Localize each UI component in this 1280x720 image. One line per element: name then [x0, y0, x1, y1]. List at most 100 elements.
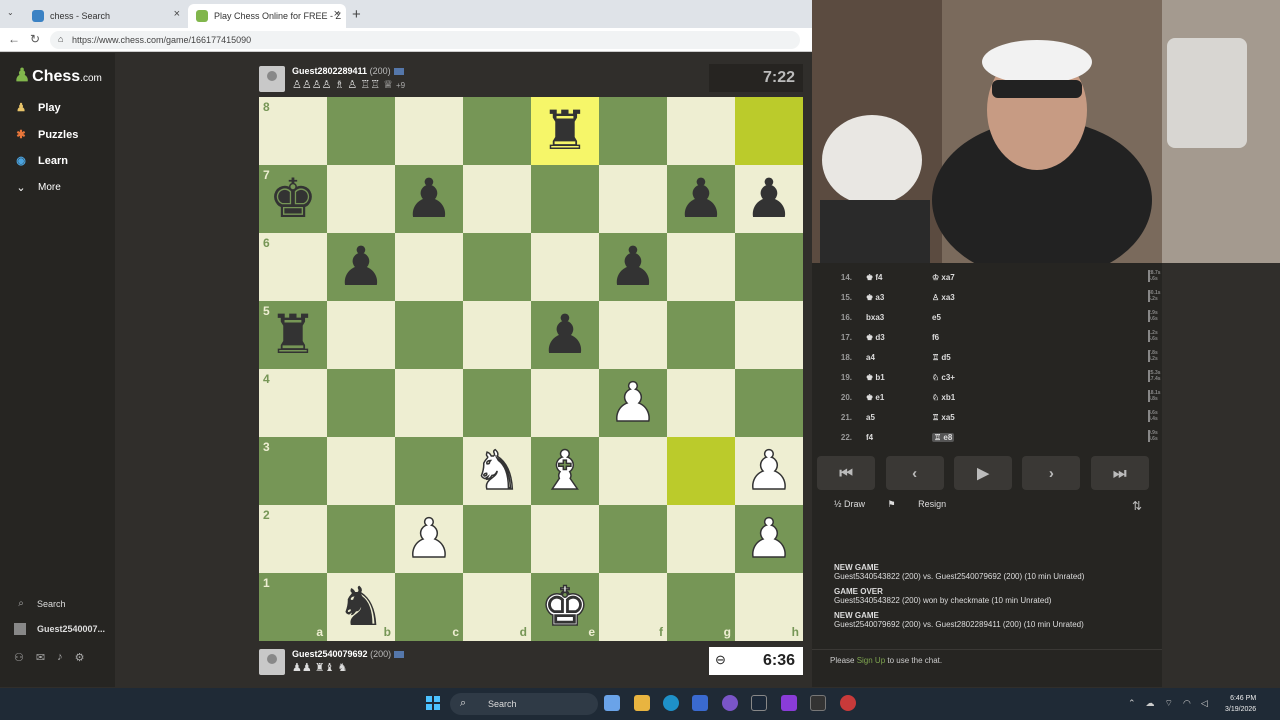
square-d8[interactable]	[463, 97, 531, 165]
last-move-button[interactable]: ⏭	[1090, 456, 1149, 490]
square-h4[interactable]	[735, 369, 803, 437]
square-b1[interactable]: b ♞	[327, 573, 395, 641]
store-icon[interactable]	[692, 695, 708, 711]
tab-chess[interactable]: Play Chess Online for FREE - Z ×	[188, 4, 346, 28]
white-pawn-piece[interactable]: ♟	[404, 511, 454, 567]
white-move[interactable]: bxa3	[866, 313, 884, 322]
reload-icon[interactable]: ↻	[30, 32, 40, 46]
copilot-icon[interactable]	[604, 695, 620, 711]
square-d7[interactable]	[463, 165, 531, 233]
square-a3[interactable]: 3	[259, 437, 327, 505]
square-h6[interactable]	[735, 233, 803, 301]
black-move[interactable]: ♖ xa5	[932, 413, 955, 422]
square-g8[interactable]	[667, 97, 735, 165]
square-d1[interactable]: d	[463, 573, 531, 641]
square-c1[interactable]: c	[395, 573, 463, 641]
square-a2[interactable]: 2	[259, 505, 327, 573]
url-field[interactable]: ⌂ https://www.chess.com/game/16617741509…	[50, 31, 800, 49]
black-rook-piece[interactable]: ♜	[541, 104, 589, 158]
taskbar-search[interactable]: ⌕ Search	[450, 693, 598, 715]
square-c6[interactable]	[395, 233, 463, 301]
play-button[interactable]: ▶	[953, 456, 1012, 490]
square-e4[interactable]	[531, 369, 599, 437]
square-c2[interactable]: ♟	[395, 505, 463, 573]
square-c5[interactable]	[395, 301, 463, 369]
square-d3[interactable]: ♞	[463, 437, 531, 505]
white-move[interactable]: a4	[866, 353, 875, 362]
black-pawn-piece[interactable]: ♟	[745, 172, 793, 226]
square-b3[interactable]	[327, 437, 395, 505]
square-f6[interactable]: ♟	[599, 233, 667, 301]
white-move[interactable]: ♚ f4	[866, 273, 883, 282]
square-h8[interactable]	[735, 97, 803, 165]
black-rook-piece[interactable]: ♜	[269, 308, 317, 362]
square-g7[interactable]: ♟	[667, 165, 735, 233]
square-b8[interactable]	[327, 97, 395, 165]
white-move[interactable]: ♚ a3	[866, 293, 884, 302]
white-pawn-piece[interactable]: ♟	[744, 511, 794, 567]
file-explorer-icon[interactable]	[634, 695, 650, 711]
close-tab-icon[interactable]: ×	[334, 8, 340, 20]
white-move[interactable]: ♚ b1	[866, 373, 885, 382]
cloud-icon[interactable]: ☁	[1146, 698, 1155, 709]
square-b7[interactable]	[327, 165, 395, 233]
black-pawn-piece[interactable]: ♟	[677, 172, 725, 226]
black-move[interactable]: ♘ xb1	[932, 393, 955, 402]
white-king-piece[interactable]: ♚	[540, 579, 590, 635]
square-a6[interactable]: 6	[259, 233, 327, 301]
white-pawn-piece[interactable]: ♟	[608, 375, 658, 431]
square-g3[interactable]	[667, 437, 735, 505]
square-a8[interactable]: 8	[259, 97, 327, 165]
square-e8[interactable]: ♜	[531, 97, 599, 165]
sidebar-user[interactable]: Guest2540007...	[14, 623, 105, 635]
square-d6[interactable]	[463, 233, 531, 301]
square-e6[interactable]	[531, 233, 599, 301]
new-tab-icon[interactable]: +	[352, 6, 361, 23]
white-move[interactable]: a5	[866, 413, 875, 422]
wifi-icon[interactable]: ◠	[1183, 698, 1191, 709]
square-h5[interactable]	[735, 301, 803, 369]
square-h3[interactable]: ♟	[735, 437, 803, 505]
tab-search[interactable]: chess - Search ×	[24, 4, 186, 28]
black-pawn-piece[interactable]: ♟	[337, 240, 385, 294]
sidebar-item-play[interactable]: ♟ Play	[14, 101, 61, 115]
square-d4[interactable]	[463, 369, 531, 437]
black-pawn-piece[interactable]: ♟	[405, 172, 453, 226]
discord-icon[interactable]	[722, 695, 738, 711]
bottom-player-avatar[interactable]	[259, 649, 285, 675]
square-a7[interactable]: 7 ♚	[259, 165, 327, 233]
tab-menu-chevron-icon[interactable]: ⌄	[7, 8, 14, 17]
notifications-icon[interactable]: ♪	[57, 651, 63, 664]
sidebar-item-learn[interactable]: ◉ Learn	[14, 154, 68, 168]
resign-button[interactable]: ⚑ Resign	[888, 499, 967, 509]
black-pawn-piece[interactable]: ♟	[541, 308, 589, 362]
system-clock[interactable]: 6:46 PM 3/19/2026	[1225, 693, 1256, 715]
sign-up-link[interactable]: Sign Up	[857, 656, 885, 665]
volume-icon[interactable]: ◁	[1201, 698, 1208, 709]
black-pawn-piece[interactable]: ♟	[609, 240, 657, 294]
square-e1[interactable]: e ♚	[531, 573, 599, 641]
square-h1[interactable]: h	[735, 573, 803, 641]
square-f8[interactable]	[599, 97, 667, 165]
square-h2[interactable]: ♟	[735, 505, 803, 573]
white-move[interactable]: ♚ e1	[866, 393, 884, 402]
chevron-up-icon[interactable]: ⌃	[1128, 698, 1136, 709]
square-f3[interactable]	[599, 437, 667, 505]
square-b6[interactable]: ♟	[327, 233, 395, 301]
black-king-piece[interactable]: ♚	[269, 172, 317, 226]
square-e5[interactable]: ♟	[531, 301, 599, 369]
square-e2[interactable]	[531, 505, 599, 573]
square-b5[interactable]	[327, 301, 395, 369]
square-d5[interactable]	[463, 301, 531, 369]
square-e7[interactable]	[531, 165, 599, 233]
previous-move-button[interactable]: ‹	[885, 456, 944, 490]
square-e3[interactable]: ♝	[531, 437, 599, 505]
draw-button[interactable]: ½ Draw	[834, 499, 865, 509]
white-bishop-piece[interactable]: ♝	[540, 443, 590, 499]
windows-start-icon[interactable]	[426, 696, 440, 710]
black-move[interactable]: ♘ c3+	[932, 373, 955, 382]
square-c3[interactable]	[395, 437, 463, 505]
app-icon[interactable]	[781, 695, 797, 711]
terminal-icon[interactable]	[810, 695, 826, 711]
square-g6[interactable]	[667, 233, 735, 301]
